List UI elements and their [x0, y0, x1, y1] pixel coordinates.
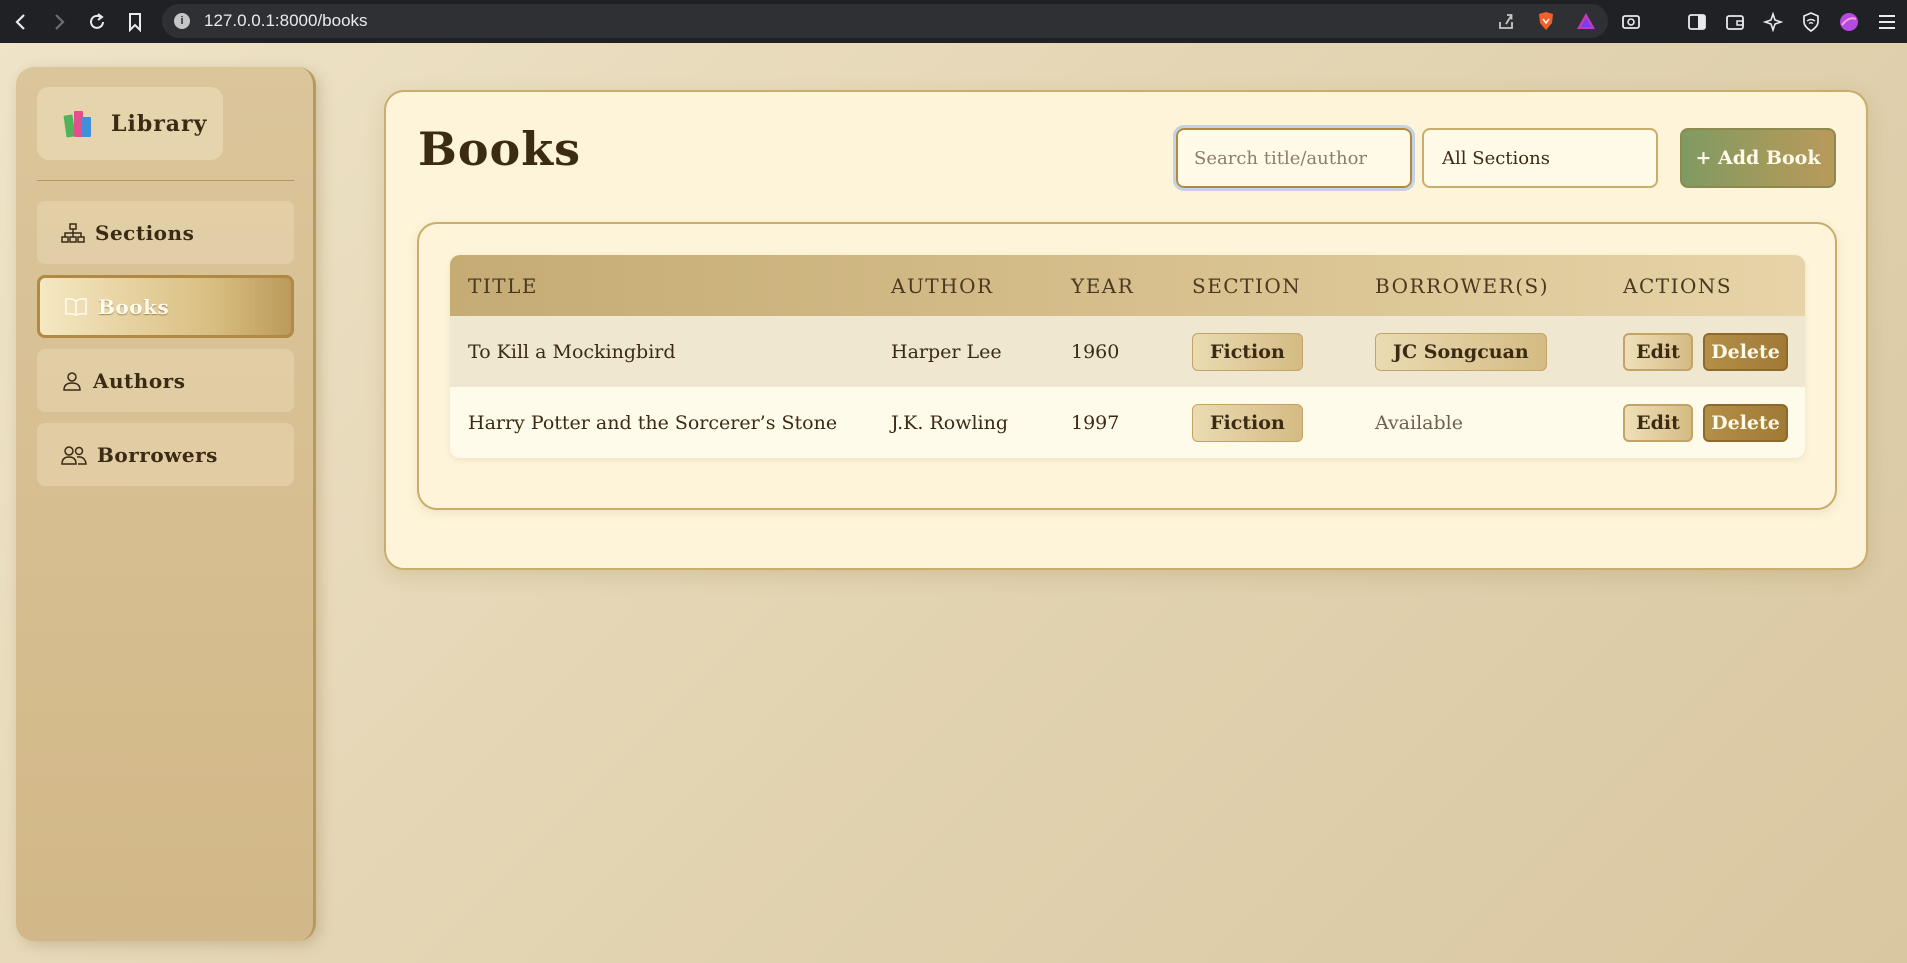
- table-header: TITLE AUTHOR YEAR SECTION BORROWER(S) AC…: [450, 255, 1805, 316]
- profile-avatar-icon[interactable]: [1839, 12, 1859, 32]
- table-card: TITLE AUTHOR YEAR SECTION BORROWER(S) AC…: [417, 222, 1837, 510]
- search-input[interactable]: [1173, 125, 1415, 191]
- brand[interactable]: Library: [37, 87, 223, 160]
- sidebar-divider: [37, 180, 294, 181]
- header-title: TITLE: [468, 273, 538, 298]
- sidebar-item-label: Sections: [95, 220, 195, 245]
- books-panel: Books All Sections + Add Book TITLE AUTH…: [384, 90, 1868, 570]
- sidebar-item-label: Authors: [93, 368, 186, 393]
- address-bar[interactable]: i 127.0.0.1:8000/books: [162, 4, 1608, 38]
- cell-section: Fiction: [1174, 403, 1357, 442]
- forward-icon[interactable]: [40, 4, 78, 40]
- back-icon[interactable]: [2, 4, 40, 40]
- header-actions: ACTIONS: [1623, 273, 1733, 298]
- cell-actions: Edit Delete: [1605, 332, 1805, 371]
- cell-author: J.K. Rowling: [891, 411, 1009, 434]
- book-open-icon: [65, 297, 87, 316]
- leo-ai-icon[interactable]: [1763, 11, 1783, 32]
- users-icon: [61, 445, 87, 465]
- cell-author: Harper Lee: [891, 340, 1002, 363]
- cell-section: Fiction: [1174, 332, 1357, 371]
- brave-shield-icon[interactable]: [1536, 11, 1556, 31]
- vpn-icon[interactable]: [1801, 11, 1821, 32]
- menu-icon[interactable]: [1877, 12, 1897, 32]
- header-year: YEAR: [1071, 273, 1135, 298]
- edit-button[interactable]: Edit: [1623, 332, 1693, 371]
- sitemap-icon: [61, 222, 85, 243]
- table-row: Harry Potter and the Sorcerer’s Stone J.…: [450, 387, 1805, 458]
- header-author: AUTHOR: [891, 273, 994, 298]
- borrower-badge: JC Songcuan: [1375, 332, 1547, 371]
- share-icon[interactable]: [1496, 11, 1516, 31]
- availability-text: Available: [1375, 411, 1463, 434]
- brave-rewards-icon[interactable]: [1576, 11, 1596, 31]
- wallet-icon[interactable]: [1725, 12, 1745, 32]
- edit-button[interactable]: Edit: [1623, 403, 1693, 442]
- sidebar-item-label: Borrowers: [97, 442, 218, 467]
- cell-year: 1997: [1071, 411, 1120, 434]
- url-text: 127.0.0.1:8000/books: [204, 11, 368, 30]
- header-borrowers: BORROWER(S): [1375, 273, 1549, 298]
- cell-actions: Edit Delete: [1605, 403, 1805, 442]
- section-filter-value: All Sections: [1442, 147, 1550, 169]
- delete-button[interactable]: Delete: [1703, 332, 1788, 371]
- books-table: TITLE AUTHOR YEAR SECTION BORROWER(S) AC…: [450, 255, 1805, 458]
- sidebar-item-sections[interactable]: Sections: [37, 201, 294, 264]
- delete-button[interactable]: Delete: [1703, 403, 1788, 442]
- page-title: Books: [418, 122, 582, 176]
- cell-borrower: Available: [1357, 412, 1605, 434]
- table-row: To Kill a Mockingbird Harper Lee 1960 Fi…: [450, 316, 1805, 387]
- cell-title: Harry Potter and the Sorcerer’s Stone: [468, 411, 838, 434]
- screenshot-icon[interactable]: [1621, 12, 1641, 32]
- sidebar-toggle-icon[interactable]: [1687, 12, 1707, 32]
- info-icon[interactable]: i: [174, 13, 190, 29]
- brand-label: Library: [111, 110, 208, 137]
- section-filter-select[interactable]: All Sections: [1422, 128, 1658, 188]
- bookmark-icon[interactable]: [116, 4, 154, 40]
- sidebar-item-books[interactable]: Books: [37, 275, 294, 338]
- browser-toolbar: i 127.0.0.1:8000/books: [0, 0, 1907, 43]
- cell-title: To Kill a Mockingbird: [468, 340, 676, 363]
- sidebar: Library Sections Books Authors Borrowers: [16, 67, 316, 941]
- user-icon: [63, 371, 81, 391]
- header-section: SECTION: [1192, 273, 1302, 298]
- reload-icon[interactable]: [78, 4, 116, 40]
- sidebar-item-label: Books: [98, 294, 170, 319]
- sidebar-item-authors[interactable]: Authors: [37, 349, 294, 412]
- books-icon: [63, 110, 93, 138]
- cell-borrower: JC Songcuan: [1357, 332, 1605, 371]
- section-badge: Fiction: [1192, 403, 1303, 442]
- section-badge: Fiction: [1192, 332, 1303, 371]
- cell-year: 1960: [1071, 340, 1120, 363]
- sidebar-item-borrowers[interactable]: Borrowers: [37, 423, 294, 486]
- add-book-button[interactable]: + Add Book: [1680, 128, 1836, 188]
